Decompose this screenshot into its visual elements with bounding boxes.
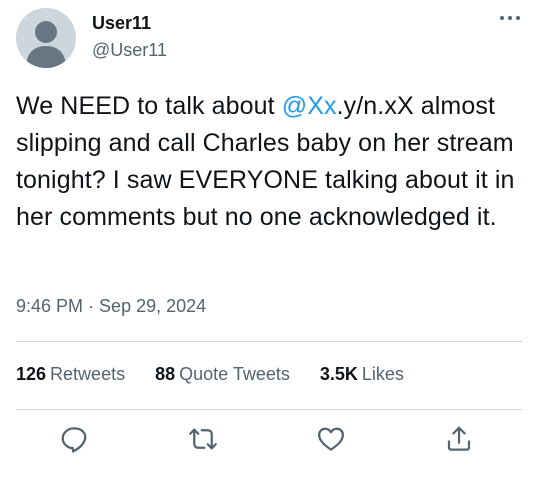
share-button[interactable] xyxy=(444,424,476,456)
divider xyxy=(16,341,522,342)
share-icon xyxy=(447,426,471,451)
action-bar xyxy=(0,424,540,460)
retweets-stat[interactable]: 126 Retweets xyxy=(16,364,125,385)
tweet-date[interactable]: Sep 29, 2024 xyxy=(99,296,206,316)
tweet-time[interactable]: 9:46 PM xyxy=(16,296,83,316)
retweet-button[interactable] xyxy=(188,424,220,456)
tweet-text-start: We NEED to talk about xyxy=(16,92,282,120)
reply-icon xyxy=(61,427,87,453)
display-name[interactable]: User11 xyxy=(92,13,151,34)
heart-icon xyxy=(318,427,344,451)
reply-button[interactable] xyxy=(59,424,91,456)
engagement-stats: 126 Retweets 88 Quote Tweets 3.5K Likes xyxy=(16,364,434,385)
divider xyxy=(16,409,522,410)
likes-label: Likes xyxy=(361,364,404,384)
retweets-label: Retweets xyxy=(50,364,126,384)
more-options-button[interactable] xyxy=(496,10,526,30)
quote-tweets-label: Quote Tweets xyxy=(179,364,290,384)
mention-link[interactable]: @Xx xyxy=(282,92,337,120)
avatar[interactable] xyxy=(16,8,76,68)
more-dots-icon xyxy=(500,16,520,20)
tweet-timestamp: 9:46 PM · Sep 29, 2024 xyxy=(16,296,206,317)
likes-count: 3.5K xyxy=(319,364,358,384)
quote-tweets-count: 88 xyxy=(155,364,176,384)
user-handle[interactable]: @User11 xyxy=(92,40,167,61)
like-button[interactable] xyxy=(316,424,348,456)
default-avatar-icon xyxy=(16,8,76,68)
retweets-count: 126 xyxy=(16,364,47,384)
quote-tweets-stat[interactable]: 88 Quote Tweets xyxy=(155,364,290,385)
retweet-icon xyxy=(189,428,217,450)
likes-stat[interactable]: 3.5K Likes xyxy=(320,364,404,385)
timestamp-separator: · xyxy=(83,296,100,316)
tweet-text: We NEED to talk about @Xx.y/n.xX almost … xyxy=(16,88,530,236)
